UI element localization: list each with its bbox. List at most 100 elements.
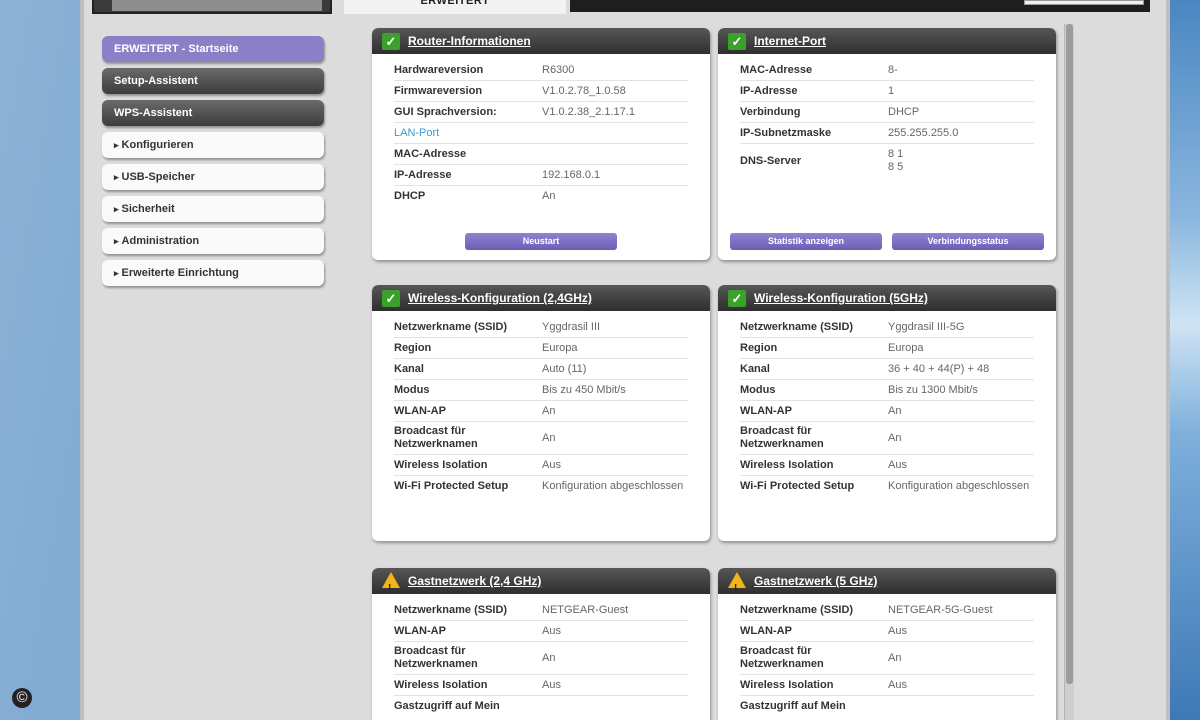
info-row: IP-Adresse 192.168.0.1	[394, 165, 688, 186]
check-icon: ✓	[728, 33, 746, 50]
info-row: Broadcast für Netzwerknamen An	[740, 422, 1034, 455]
row-value	[542, 130, 688, 136]
row-label: Wireless Isolation	[740, 678, 834, 691]
row-label: Region	[740, 341, 778, 354]
internet-port-header: ✓ Internet-Port	[718, 28, 1056, 54]
content-scrollbar[interactable]	[1064, 24, 1074, 720]
row-value	[542, 151, 688, 157]
connection-status-button[interactable]: Verbindungsstatus	[892, 233, 1044, 250]
info-row: MAC-Adresse 8-	[740, 60, 1034, 81]
scrollbar-thumb[interactable]	[1066, 24, 1073, 684]
row-label: WLAN-AP	[740, 404, 792, 417]
info-row: Wi-Fi Protected Setup Konfiguration abges…	[394, 476, 688, 497]
tab-basis[interactable]	[92, 0, 332, 14]
sidebar-item-erweiterte-einrichtung[interactable]: Erweiterte Einrichtung	[102, 260, 324, 286]
wireless-24-header: ✓ Wireless-Konfiguration (2,4GHz)	[372, 285, 710, 311]
desktop-background-right	[1166, 0, 1200, 720]
row-value: Aus	[888, 624, 907, 637]
row-value: Aus	[542, 624, 561, 637]
row-label: Netzwerkname (SSID)	[740, 320, 854, 333]
copyright-icon: ©	[12, 688, 32, 708]
info-row: Netzwerkname (SSID) Yggdrasil III	[394, 317, 688, 338]
row-label: DHCP	[394, 190, 426, 202]
info-row: Wireless Isolation Aus	[740, 455, 1034, 476]
row-label: WLAN-AP	[394, 624, 446, 637]
info-row: Modus Bis zu 450 Mbit/s	[394, 380, 688, 401]
restart-button[interactable]: Neustart	[465, 233, 617, 250]
row-value: An	[888, 404, 902, 417]
info-row: Kanal 36 + 40 + 44(P) + 48	[740, 359, 1034, 380]
row-value: 1	[888, 84, 895, 97]
lan-port-label: LAN-Port	[394, 126, 440, 139]
row-value: Europa	[542, 341, 578, 354]
wireless-5-panel: ✓ Wireless-Konfiguration (5GHz) Netzwerk…	[718, 285, 1056, 541]
row-value: An	[542, 651, 556, 664]
show-statistics-button[interactable]: Statistik anzeigen	[730, 233, 882, 250]
row-label: Gastzugriff auf Mein	[394, 700, 500, 712]
row-value: An	[542, 190, 556, 202]
row-label: Kanal	[740, 362, 770, 375]
info-row: Wireless Isolation Aus	[394, 675, 688, 696]
sidebar-item-erweitert-startseite[interactable]: ERWEITERT - Startseite	[102, 36, 324, 62]
row-label: Kanal	[394, 362, 424, 375]
sidebar-item-administration[interactable]: Administration	[102, 228, 324, 254]
row-label: IP-Subnetzmaske	[740, 126, 832, 139]
internet-port-title[interactable]: Internet-Port	[754, 34, 826, 48]
sidebar: ERWEITERT - Startseite Setup-Assistent W…	[102, 36, 324, 292]
guest-24-title[interactable]: Gastnetzwerk (2,4 GHz)	[408, 574, 541, 588]
row-label: WLAN-AP	[740, 624, 792, 637]
info-row: Netzwerkname (SSID) NETGEAR-Guest	[394, 600, 688, 621]
row-label: MAC-Adresse	[740, 63, 813, 76]
row-value: Aus	[542, 458, 561, 471]
warning-icon: !	[382, 572, 400, 594]
row-value: Europa	[888, 341, 924, 354]
info-row: Gastzugriff auf Mein	[394, 696, 688, 717]
warning-icon: !	[728, 572, 746, 594]
info-row: Modus Bis zu 1300 Mbit/s	[740, 380, 1034, 401]
row-label: Verbindung	[740, 105, 801, 118]
row-value: V1.0.2.38_2.1.17.1	[542, 105, 635, 118]
row-label: Hardwareversion	[394, 63, 484, 76]
router-info-title[interactable]: Router-Informationen	[408, 34, 531, 48]
info-row: DNS-Server 8 1 8 5	[740, 144, 1034, 178]
info-row: Gastzugriff auf Mein	[740, 696, 1034, 717]
tab-erweitert[interactable]: ERWEITERT	[344, 0, 566, 14]
info-row: DHCP An	[394, 186, 688, 207]
info-row: Region Europa	[394, 338, 688, 359]
tab-basis-inner	[112, 0, 322, 11]
row-label: Broadcast für Netzwerknamen	[394, 645, 478, 670]
check-icon: ✓	[382, 290, 400, 307]
row-label: Wireless Isolation	[394, 678, 488, 691]
sidebar-item-sicherheit[interactable]: Sicherheit	[102, 196, 324, 222]
guest-5-title[interactable]: Gastnetzwerk (5 GHz)	[754, 574, 877, 588]
sidebar-item-wps-assistent[interactable]: WPS-Assistent	[102, 100, 324, 126]
row-value: DHCP	[888, 105, 920, 118]
search-input[interactable]	[1024, 0, 1144, 5]
sidebar-item-konfigurieren[interactable]: Konfigurieren	[102, 132, 324, 158]
row-value: V1.0.2.78_1.0.58	[542, 84, 626, 97]
sidebar-item-usb-speicher[interactable]: USB-Speicher	[102, 164, 324, 190]
info-row: Wi-Fi Protected Setup Konfiguration abges…	[740, 476, 1034, 497]
info-row: Broadcast für Netzwerknamen An	[394, 642, 688, 675]
info-row: Verbindung DHCP	[740, 102, 1034, 123]
row-value: An	[542, 404, 556, 417]
wireless-5-title[interactable]: Wireless-Konfiguration (5GHz)	[754, 291, 928, 305]
row-label: Firmwareversion	[394, 84, 483, 97]
info-row: WLAN-AP Aus	[394, 621, 688, 642]
info-row: Netzwerkname (SSID) NETGEAR-5G-Guest	[740, 600, 1034, 621]
sidebar-item-setup-assistent[interactable]: Setup-Assistent	[102, 68, 324, 94]
row-label: GUI Sprachversion:	[394, 105, 497, 118]
info-row: MAC-Adresse	[394, 144, 688, 165]
info-row: LAN-Port	[394, 123, 688, 144]
wireless-24-title[interactable]: Wireless-Konfiguration (2,4GHz)	[408, 291, 592, 305]
guest-5-header: ! Gastnetzwerk (5 GHz)	[718, 568, 1056, 594]
info-row: WLAN-AP Aus	[740, 621, 1034, 642]
row-value: Yggdrasil III	[542, 320, 601, 333]
info-row: Wireless Isolation Aus	[394, 455, 688, 476]
row-label: Wi-Fi Protected Setup	[740, 480, 855, 492]
internet-port-panel: ✓ Internet-Port MAC-Adresse 8- IP-Adresse…	[718, 28, 1056, 260]
info-row: WLAN-AP An	[740, 401, 1034, 422]
row-value: Konfiguration abgeschlossen	[888, 480, 1030, 492]
row-label: Wireless Isolation	[740, 458, 834, 471]
row-label: Broadcast für Netzwerknamen	[740, 645, 824, 670]
